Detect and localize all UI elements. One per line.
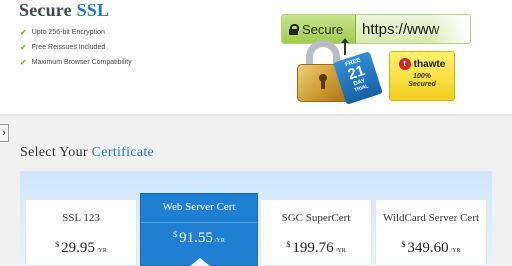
hero-title: Secure SSL [19, 0, 109, 21]
hero-title-text: Secure [19, 0, 72, 20]
thawte-seal: t thawte 100% Secured [389, 51, 455, 101]
plan-name: SSL 123 [62, 212, 100, 224]
thawte-logo: t thawte [390, 58, 454, 70]
price-amount: 349.60 [407, 240, 449, 256]
feature-item: ✔ Upto 256-bit Encryption [20, 25, 132, 40]
thawte-subtext-line1: 100% [413, 73, 431, 80]
check-icon: ✔ [20, 27, 27, 37]
chevron-right-icon[interactable]: › [0, 124, 9, 142]
plan-name: SGC SuperCert [281, 212, 351, 224]
check-icon: ✔ [20, 57, 27, 67]
price-amount: 199.76 [292, 240, 334, 256]
plan-price: $199.76/YR [261, 239, 371, 257]
price-period: /YR [335, 248, 346, 254]
feature-list: ✔ Upto 256-bit Encryption ✔ Free Reissues … [20, 25, 132, 70]
plan-name: Web Server Cert [162, 201, 236, 213]
thawte-subtext: 100% Secured [390, 73, 454, 89]
secure-label: Secure [302, 21, 344, 37]
url-text: https://www [362, 20, 440, 38]
price-period: /YR [450, 248, 461, 254]
price-currency: $ [286, 240, 291, 249]
section-title-accent: Certificate [91, 145, 155, 160]
plan-card-web-server-cert[interactable]: Web Server Cert $91.55/YR [140, 193, 258, 266]
price-amount: 91.55 [179, 230, 213, 246]
price-currency: $ [55, 240, 60, 249]
price-period: /YR [214, 238, 225, 244]
feature-text: Maximum Browser Compatibility [31, 58, 132, 66]
plan-card-ssl-123[interactable]: SSL 123 $29.95/YR [25, 199, 137, 266]
thawte-logo-icon: t [398, 58, 411, 70]
price-currency: $ [173, 230, 178, 239]
section-title-text: Select Your [20, 145, 88, 160]
hero-banner: Secure SSL ✔ Upto 256-bit Encryption ✔ Fre… [0, 0, 512, 114]
feature-text: Upto 256-bit Encryption [31, 28, 105, 36]
feature-text: Free Reissues Included [31, 43, 106, 51]
featured-pointer [190, 258, 210, 266]
plan-price: $91.55/YR [141, 229, 257, 247]
url-fade [430, 15, 470, 43]
feature-item: ✔ Maximum Browser Compatibility [20, 55, 132, 70]
price-amount: 29.95 [61, 240, 95, 256]
price-currency: $ [401, 240, 406, 249]
feature-item: ✔ Free Reissues Included [20, 40, 132, 55]
lock-icon [289, 23, 299, 35]
plan-card-sgc-supercert[interactable]: SGC SuperCert $199.76/YR [260, 199, 372, 266]
thawte-logo-text: thawte [413, 58, 446, 70]
thawte-subtext-line2: Secured [408, 81, 436, 88]
plan-price: $349.60/YR [376, 239, 486, 257]
check-icon: ✔ [20, 42, 27, 52]
section-title: Select Your Certificate [20, 145, 154, 161]
price-period: /YR [96, 248, 107, 254]
plan-price: $29.95/YR [26, 239, 136, 257]
plan-name: WildCard Server Cert [382, 212, 480, 224]
featured-divider [141, 222, 257, 223]
keyhole-icon [319, 74, 327, 89]
hero-title-accent: SSL [76, 0, 110, 20]
plan-card-wildcard-server-cert[interactable]: WildCard Server Cert $349.60/YR [375, 199, 487, 266]
